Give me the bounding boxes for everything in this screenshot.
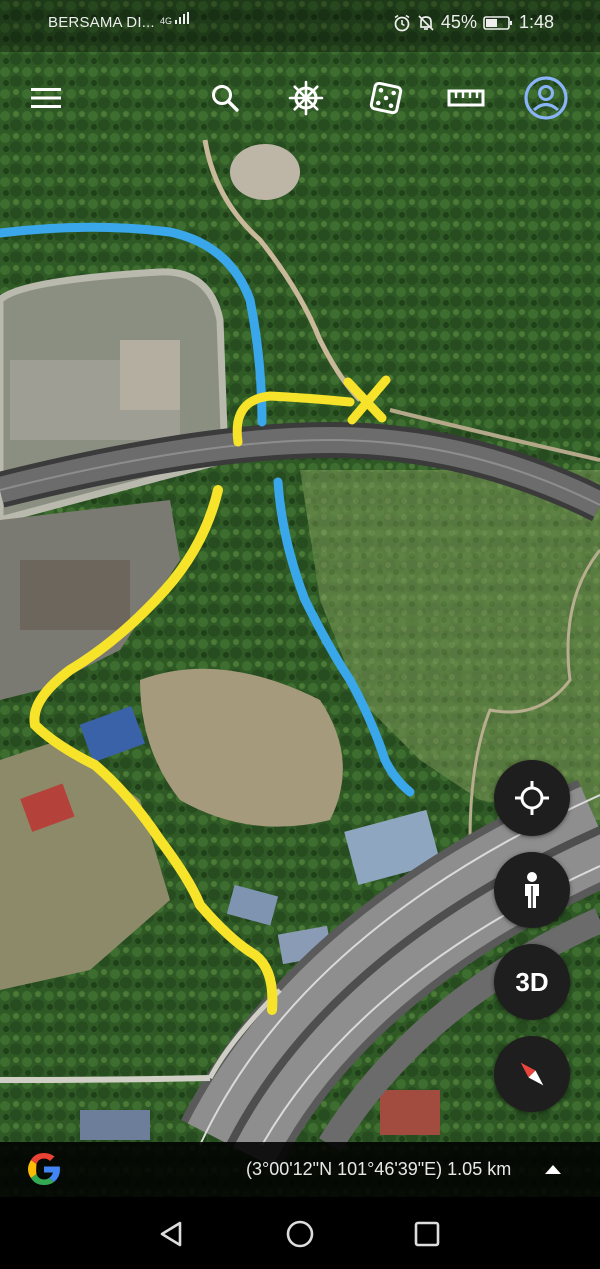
account-button[interactable] [520, 72, 572, 124]
home-icon [286, 1220, 314, 1248]
google-g-logo [24, 1149, 64, 1194]
home-button[interactable] [283, 1217, 317, 1251]
voyager-button[interactable] [280, 72, 332, 124]
search-icon [212, 85, 239, 112]
carrier-name: BERSAMA DI... [48, 14, 155, 31]
recents-icon [414, 1221, 440, 1247]
search-button[interactable] [199, 72, 251, 124]
back-icon [160, 1221, 182, 1247]
map-toolbar [0, 72, 600, 124]
silent-bell-icon [418, 14, 434, 31]
random-place-button[interactable] [360, 72, 412, 124]
expand-info-button[interactable] [544, 1162, 562, 1181]
status-bar: BERSAMA DI... 4G 45% 1:48 [0, 0, 600, 50]
back-button[interactable] [154, 1217, 188, 1251]
street-view-button[interactable] [494, 852, 570, 928]
menu-icon [31, 88, 61, 108]
alarm-icon [394, 14, 410, 31]
battery-icon [483, 15, 512, 30]
measure-button[interactable] [440, 72, 492, 124]
caret-up-icon [545, 1165, 561, 1174]
menu-button[interactable] [20, 72, 72, 124]
compass-icon [520, 1062, 544, 1086]
ruler-icon [447, 89, 485, 107]
crosshair-icon [515, 781, 549, 815]
toggle-3d-button[interactable]: 3D [494, 944, 570, 1020]
network-indicator: 4G [160, 12, 189, 26]
pegman-icon [525, 872, 539, 908]
signal-icon [174, 12, 189, 24]
coordinate-bar: (3°00'12"N 101°46'39"E) 1.05 km [0, 1142, 600, 1197]
recents-button[interactable] [410, 1217, 444, 1251]
coordinates-readout: (3°00'12"N 101°46'39"E) 1.05 km [246, 1159, 512, 1179]
account-icon [524, 76, 568, 120]
google-logo-icon [28, 1153, 60, 1185]
compass-button[interactable] [494, 1036, 570, 1112]
dice-icon [369, 81, 403, 115]
battery-percent: 45% [440, 12, 477, 32]
system-navigation-bar [0, 1197, 600, 1269]
3d-label: 3D [515, 966, 549, 997]
voyager-wheel-icon [288, 80, 324, 116]
clock-time: 1:48 [518, 12, 554, 32]
my-location-button[interactable] [494, 760, 570, 836]
